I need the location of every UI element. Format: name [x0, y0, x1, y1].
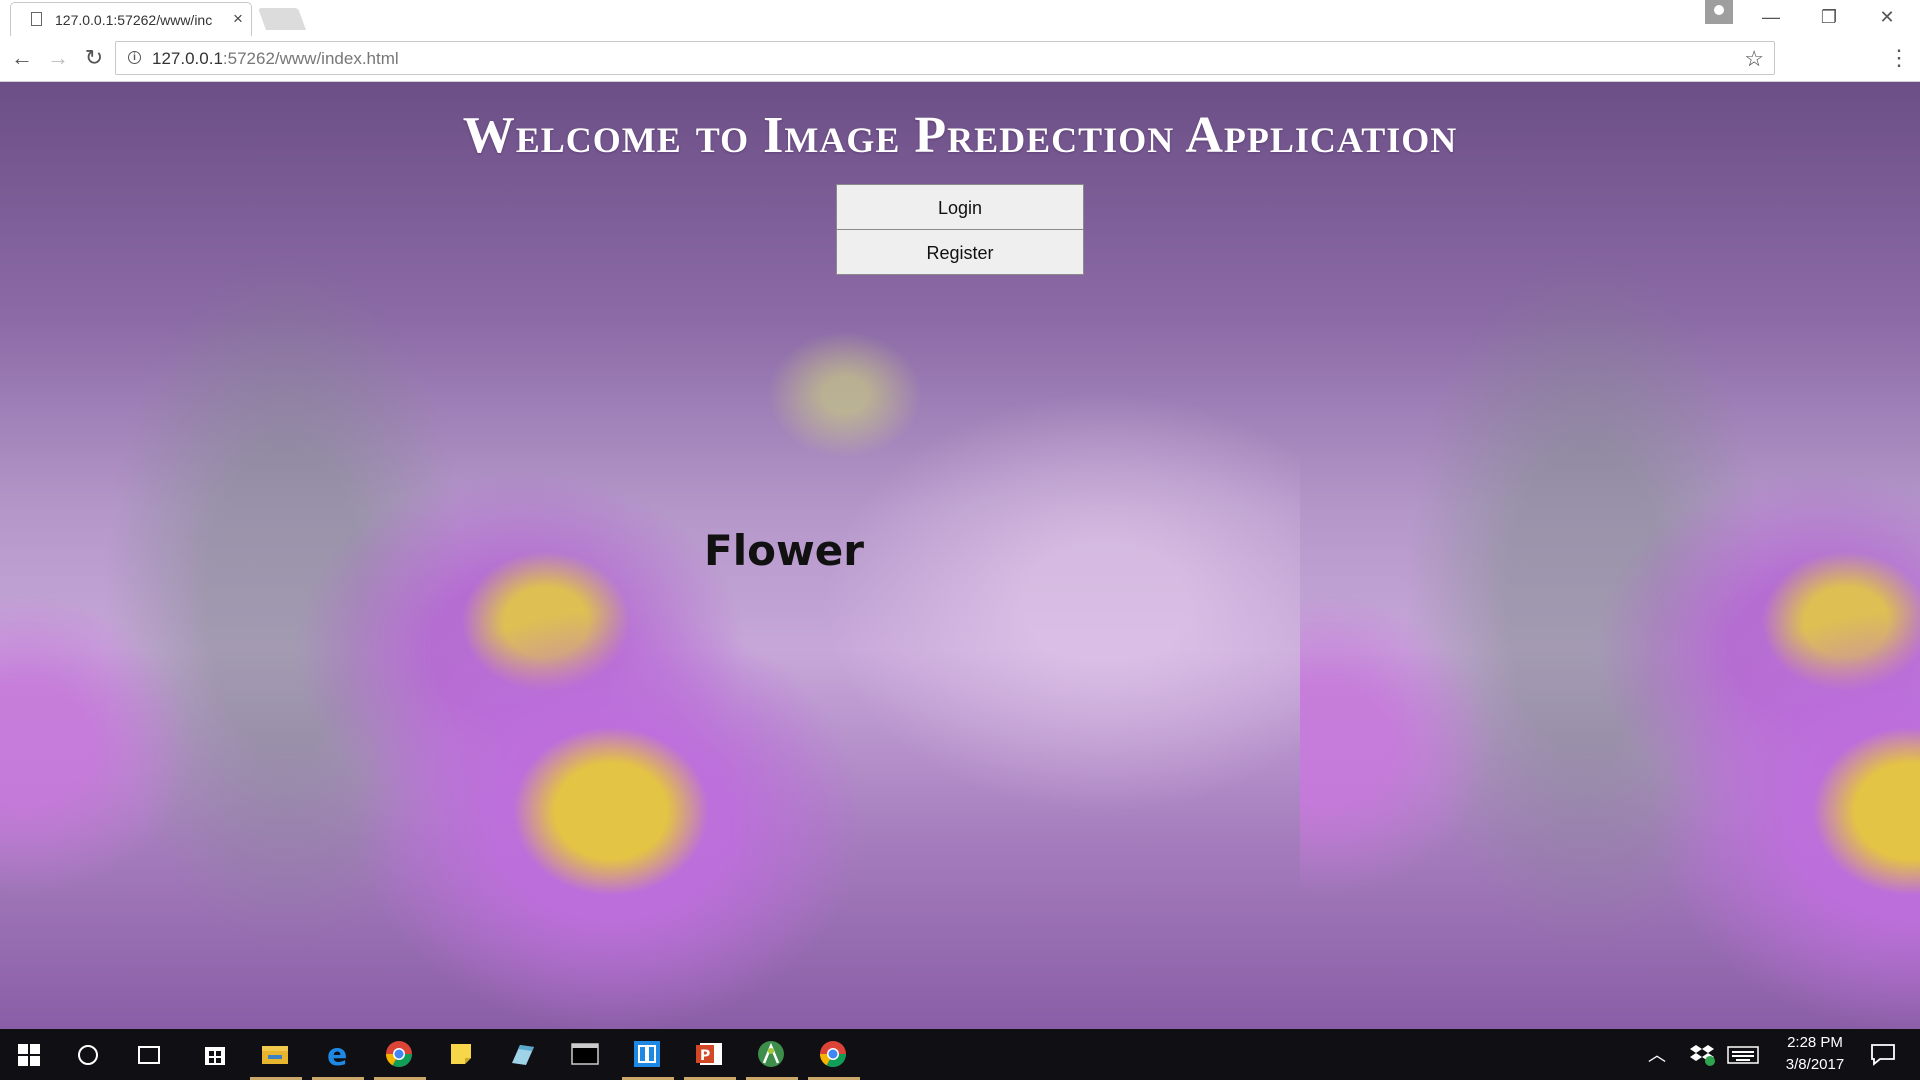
prediction-result: Flower [704, 526, 864, 575]
close-tab-icon[interactable]: × [233, 9, 243, 29]
page-title: Welcome to Image Predection Application [462, 107, 1458, 164]
bookmark-star-icon[interactable]: ☆ [1744, 46, 1764, 72]
new-tab-button[interactable] [257, 8, 307, 30]
forward-icon[interactable]: → [44, 44, 72, 72]
chrome-icon[interactable] [382, 1037, 416, 1071]
reload-icon[interactable]: ↻ [80, 44, 108, 72]
remote-app-icon[interactable] [630, 1037, 664, 1071]
file-explorer-icon[interactable] [258, 1037, 292, 1071]
register-button[interactable]: Register [836, 229, 1084, 275]
chrome-icon[interactable] [816, 1037, 850, 1071]
svg-text:e: e [327, 1038, 347, 1071]
background-image-repeat [1300, 82, 1920, 1029]
login-button[interactable]: Login [836, 184, 1084, 230]
profile-icon[interactable] [1705, 0, 1733, 24]
back-icon[interactable]: ← [8, 44, 36, 72]
browser-toolbar: ← → ↻ i 127.0.0.1:57262/www/index.html ☆… [0, 36, 1920, 82]
minimize-icon[interactable]: — [1748, 4, 1794, 30]
task-view-icon[interactable] [138, 1046, 160, 1064]
restore-icon[interactable]: ❐ [1806, 4, 1852, 30]
powerpoint-icon[interactable]: P [692, 1037, 726, 1071]
edge-icon[interactable]: e [320, 1037, 354, 1073]
browser-tab[interactable]: 127.0.0.1:57262/www/inc × [10, 2, 252, 36]
clock-time[interactable]: 2:28 PM [1770, 1034, 1860, 1051]
snipping-icon[interactable] [506, 1037, 540, 1071]
android-studio-icon[interactable] [754, 1037, 788, 1071]
action-center-icon[interactable] [1868, 1039, 1902, 1073]
background-image [0, 82, 1300, 1029]
page-icon [31, 12, 42, 26]
page-content: Welcome to Image Predection Application … [0, 82, 1920, 1029]
tab-title: 127.0.0.1:57262/www/inc [55, 12, 213, 28]
keyboard-icon[interactable] [1726, 1041, 1760, 1075]
url-text: 127.0.0.1:57262/www/index.html [152, 49, 399, 68]
clock-date[interactable]: 3/8/2017 [1770, 1056, 1860, 1073]
start-icon[interactable] [18, 1044, 40, 1066]
taskbar: e P ︿ 2:28 PM 3/8/2017 [0, 1029, 1920, 1080]
info-icon[interactable]: i [128, 51, 141, 64]
dropbox-icon[interactable] [1688, 1039, 1722, 1073]
cortana-icon[interactable] [78, 1045, 98, 1065]
svg-text:P: P [700, 1048, 710, 1064]
browser-titlebar: 127.0.0.1:57262/www/inc × — ❐ ✕ [0, 0, 1920, 36]
store-icon[interactable] [198, 1037, 232, 1071]
terminal-icon[interactable] [568, 1037, 602, 1071]
sticky-notes-icon[interactable] [444, 1037, 478, 1071]
browser-menu-icon[interactable]: ⋮ [1888, 44, 1910, 72]
close-window-icon[interactable]: ✕ [1864, 4, 1910, 30]
show-hidden-icons-icon[interactable]: ︿ [1648, 1041, 1666, 1067]
address-bar[interactable]: i 127.0.0.1:57262/www/index.html ☆ [115, 41, 1775, 75]
